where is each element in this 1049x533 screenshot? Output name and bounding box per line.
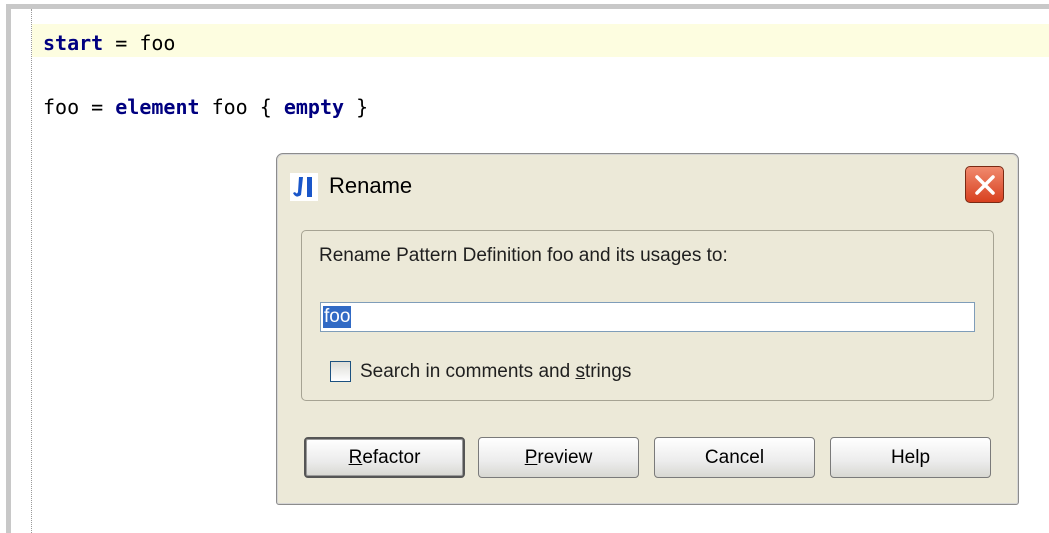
intellij-app-icon [290, 173, 318, 201]
keyword-start: start [43, 31, 104, 55]
current-line-highlight [32, 24, 1049, 57]
close-icon [975, 175, 995, 195]
code-text: foo = [43, 95, 116, 119]
cancel-button[interactable]: Cancel [654, 437, 815, 478]
code-text: = foo [103, 31, 176, 55]
rename-options-group: Rename Pattern Definition foo and its us… [301, 230, 994, 401]
code-line-1[interactable]: start = foo [43, 28, 175, 58]
gutter-separator [31, 9, 32, 533]
help-button[interactable]: Help [830, 437, 991, 478]
keyword-empty: empty [283, 95, 345, 119]
code-text: foo { [199, 95, 284, 119]
keyword-element: element [115, 95, 200, 119]
editor-frame-top [6, 4, 1049, 9]
refactor-button[interactable]: Refactor [304, 437, 465, 478]
selected-text: foo [323, 306, 352, 328]
new-name-input[interactable]: foo [320, 302, 975, 332]
rename-dialog: Rename Rename Pattern Definition foo and… [276, 153, 1019, 505]
dialog-title: Rename [329, 173, 413, 198]
editor-frame-left [6, 4, 11, 533]
search-comments-checkbox[interactable] [330, 361, 351, 382]
code-line-2[interactable]: foo = element foo { empty } [43, 92, 368, 122]
preview-button[interactable]: Preview [478, 437, 639, 478]
rename-prompt: Rename Pattern Definition foo and its us… [319, 245, 728, 266]
dialog-titlebar[interactable]: Rename [277, 154, 1018, 216]
code-text: } [344, 95, 369, 119]
search-comments-label[interactable]: Search in comments and strings [360, 359, 631, 385]
close-button[interactable] [965, 166, 1004, 203]
